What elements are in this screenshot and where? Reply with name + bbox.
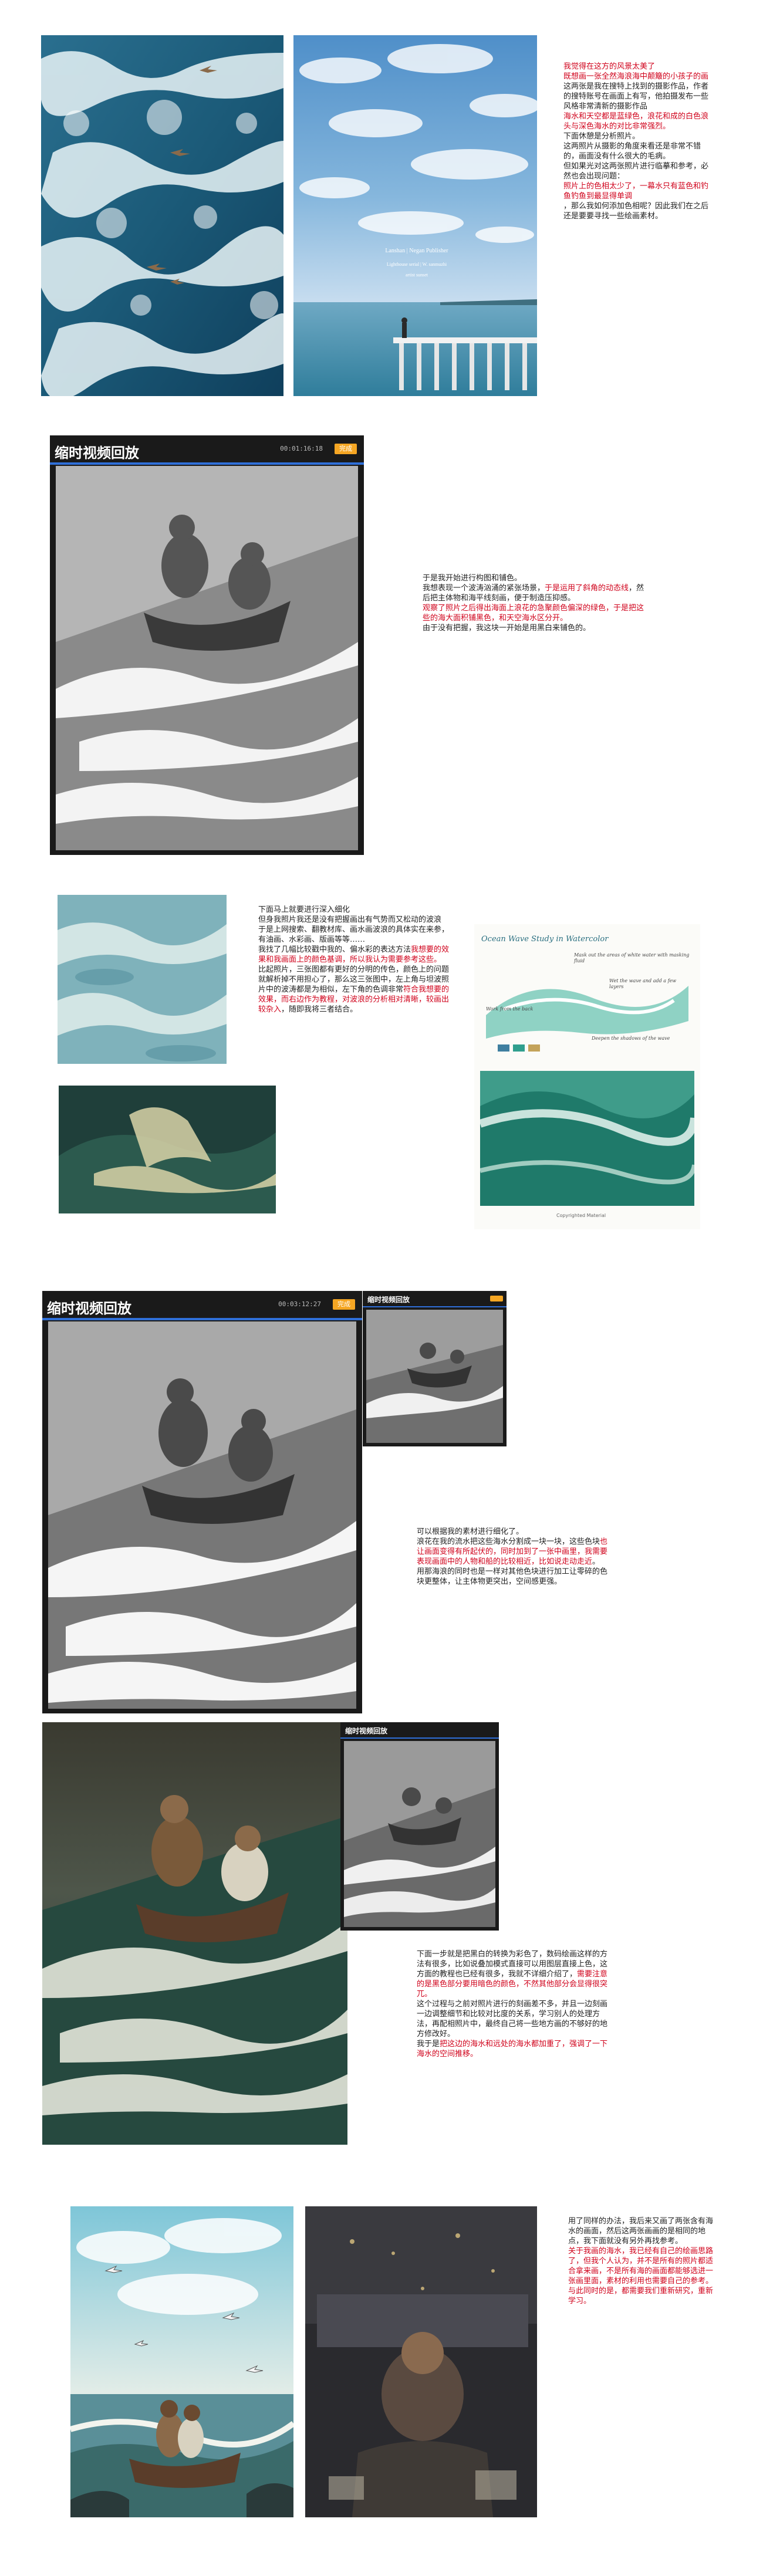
tutorial-wave-painting	[480, 1071, 694, 1206]
poster-line-3: artist sunset	[406, 272, 428, 278]
tutorial-note-1: Mask out the areas of white water with m…	[574, 952, 690, 964]
thumb2-title: 缩时视频回放	[345, 1727, 388, 1735]
thumb2-image	[344, 1741, 495, 1927]
timelapse-thumb-1: 缩时视频回放	[363, 1291, 507, 1446]
progress-bar[interactable]	[50, 462, 364, 465]
section3-text: 下面马上就要进行深入细化 但身我照片我还是没有把握画出有气势而又松动的波浪 于是…	[258, 895, 455, 1015]
sketch-bw-boat	[56, 466, 358, 850]
s2-t4: 由于没有把握，我这块一开始是用黑白来铺色的。	[423, 624, 591, 633]
thumb1-progress	[363, 1306, 507, 1307]
poster-line-2: Lighthouse serial | W. sanmuzhi	[386, 262, 447, 267]
s1-t2: 这两张是我在搜特上找到的摄影作品，作者的搜特账号在画面上有写，他拍摄发布一些风格…	[563, 82, 709, 111]
section2-text: 于是我开始进行构图和铺色。 我想表现一个波涛汹涌的紧张场景，于是运用了斜角的动态…	[423, 563, 646, 633]
thumb1-button[interactable]	[490, 1296, 503, 1301]
timelapse-thumb-2: 缩时视频回放	[340, 1722, 499, 1931]
s3-t4: ，随即我将三者结合。	[281, 1005, 358, 1014]
tutorial-note-2: Wet the wave and add a few layers	[609, 978, 677, 989]
s1-t6: ，那么我如何添加色相呢？因此我们在之后还是要要寻找一些绘画素材。	[563, 202, 709, 221]
watercolor-tutorial-page: Ocean Wave Study in Watercolor Mask out …	[474, 924, 700, 1229]
tutorial-note-3: Work from the back	[486, 1006, 534, 1012]
progress-bar-2[interactable]	[42, 1318, 362, 1320]
s6-t0: 用了同样的办法，我后来又画了两张含有海水的画面，然后这两张画画的是相同的地点，我…	[568, 2217, 714, 2246]
tutorial-heading: Ocean Wave Study in Watercolor	[481, 935, 609, 944]
player-header: 缩时视频回放 00:01:16:18 完成	[50, 435, 364, 462]
timelapse-player-2: 缩时视频回放 00:03:12:27 完成	[42, 1291, 362, 1713]
thumb1-image	[366, 1310, 503, 1443]
player2-title: 缩时视频回放	[47, 1300, 131, 1317]
section1-text: 我觉得在这方的风景太美了 既想画一张全然海浪海中颠簸的小孩子的画 这两张是我在搜…	[563, 52, 710, 221]
player-title: 缩时视频回放	[55, 445, 139, 461]
s1-t5: 照片上的色相太少了，一幕水只有蓝色和钓鱼钓鱼到最显得单调	[563, 182, 709, 201]
s2-t3: 观察了照片之后得出海面上浪花的急聚颜色偏深的绿色，于是把这些的海大面积铺黑色，和…	[423, 604, 644, 623]
section6-text: 用了同样的办法，我后来又画了两张含有海水的画面，然后这两张画画的是相同的地点，我…	[568, 2206, 715, 2306]
section5-text: 下面一步就是把黑白的转换为彩色了，数码绘画这样的方法有很多，比如说叠加模式直接可…	[417, 1939, 610, 2059]
s5-t3: 把这边的海水和远处的海水都加重了，强调了一下海水的空间推移。	[417, 2040, 608, 2058]
s1-t3: 海水和天空都是蓝绿色，浪花和成的白色浪头与深色海水的对比非常强烈。	[563, 112, 709, 131]
s1-t0: 我觉得在这方的风景太美了	[563, 62, 656, 71]
poster-line-1: Lanshan | Negan Publisher	[385, 248, 448, 254]
s4-t0: 可以根据我的素材进行细化了。 浪花在我的流水把这些海水分割成一块一块，这些色块	[417, 1527, 600, 1546]
s2-t1: 于是运用了斜角的动态线	[545, 584, 629, 593]
ocean-foam-photo	[41, 35, 283, 396]
player-done-button[interactable]: 完成	[335, 444, 357, 454]
boat-seagulls-painting	[70, 2206, 293, 2517]
tutorial-note-4: Deepen the shadows of the wave	[592, 1036, 670, 1041]
tutorial-caption: Copyrighted Material	[556, 1213, 606, 1218]
pier-sky-poster: Lanshan | Negan Publisher Lighthouse ser…	[293, 35, 537, 396]
s2-t0: 于是我开始进行构图和铺色。 我想表现一个波涛汹涌的紧张场景，	[423, 574, 545, 593]
night-scene-painting	[305, 2206, 537, 2517]
player-time: 00:01:16:18	[280, 445, 323, 452]
sketch-refined-boat	[48, 1321, 356, 1709]
player2-time: 00:03:12:27	[278, 1300, 321, 1308]
player2-done-button[interactable]: 完成	[333, 1299, 355, 1310]
section4-text: 可以根据我的素材进行细化了。 浪花在我的流水把这些海水分割成一块一块，这些色块也…	[417, 1517, 610, 1587]
thumb1-title: 缩时视频回放	[367, 1296, 410, 1304]
thumb2-header: 缩时视频回放	[340, 1722, 499, 1737]
dark-wave-painting	[59, 1086, 276, 1213]
thumb1-header: 缩时视频回放	[363, 1291, 507, 1306]
player2-header: 缩时视频回放 00:03:12:27 完成	[42, 1291, 362, 1318]
color-painting-boat	[42, 1722, 347, 2145]
s1-t1: 既想画一张全然海浪海中颠簸的小孩子的画	[563, 72, 709, 81]
s1-t4: 下面休憩是分析照片。 这两照片从摄影的角度来看还是非常不错的，画面没有什么很大的…	[563, 132, 709, 181]
thumb2-progress	[340, 1737, 499, 1739]
s6-t1: 关于我画的海水，我已经有自己的绘画思路了，但我个人认为，并不是所有的照片都适合拿…	[568, 2247, 714, 2305]
timelapse-player-1: 缩时视频回放 00:01:16:18 完成	[50, 435, 364, 855]
wave-photo-reference	[58, 895, 227, 1064]
